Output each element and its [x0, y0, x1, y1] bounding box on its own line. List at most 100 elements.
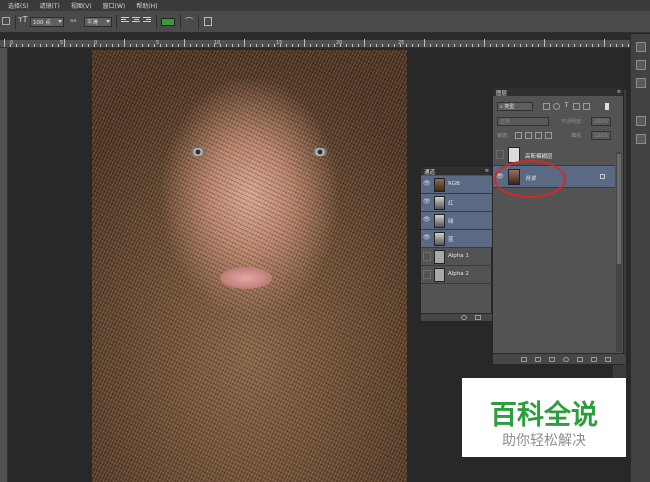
filter-type-icon[interactable]: T [563, 103, 570, 110]
visibility-box[interactable] [423, 270, 431, 279]
channel-row-rgb[interactable]: 👁 RGB [421, 176, 493, 194]
ruler-tick [370, 44, 371, 47]
load-selection-icon[interactable] [461, 315, 467, 320]
channel-row-alpha-1[interactable]: Alpha 1 [421, 248, 493, 266]
ruler-tick [394, 44, 395, 47]
fill-value: 100% [594, 133, 609, 139]
layers-tab[interactable]: 图层 [496, 89, 507, 97]
eye-icon[interactable]: 👁 [423, 198, 431, 206]
ruler-tick [124, 39, 125, 47]
layer-filter-dropdown[interactable]: ⌕ 类型 [497, 102, 533, 111]
align-center-icon[interactable] [132, 16, 140, 28]
ruler-tick [316, 44, 317, 47]
filter-adjustment-icon[interactable] [553, 103, 560, 110]
panel-toggle-icon[interactable] [636, 42, 646, 52]
blend-mode-dropdown[interactable]: 正常 [497, 117, 549, 126]
ruler-tick [526, 44, 527, 47]
save-selection-icon[interactable] [475, 315, 481, 320]
layer-style-icon[interactable] [535, 357, 541, 362]
history-icon[interactable] [636, 60, 646, 70]
ruler-tick [82, 44, 83, 47]
new-layer-icon[interactable] [591, 357, 597, 362]
layers-scrollbar[interactable] [616, 152, 622, 352]
character-icon[interactable] [636, 116, 646, 126]
ruler-tick [10, 44, 11, 47]
ruler-tick [274, 44, 275, 47]
ruler-tick [448, 44, 449, 47]
opacity-value: 100% [594, 119, 609, 125]
adjustment-layer-icon[interactable] [563, 357, 569, 362]
antialias-dropdown[interactable]: 平滑 [84, 17, 112, 27]
paragraph-icon[interactable] [636, 134, 646, 144]
menu-help[interactable]: 帮助(H) [136, 1, 157, 10]
trash-icon[interactable] [605, 357, 611, 362]
lock-row: 锁定: 填充: 100% [497, 131, 611, 142]
warp-text-icon[interactable]: ⌒ [185, 16, 193, 28]
panel-menu-icon[interactable]: ≡ [617, 89, 621, 95]
filter-shape-icon[interactable] [573, 103, 580, 110]
lock-pixels-icon[interactable] [515, 132, 522, 139]
ruler-tick [322, 44, 323, 47]
channel-thumbnail [434, 196, 445, 210]
menu-window[interactable]: 窗口(W) [103, 1, 126, 10]
watermark-title: 百科全说 [490, 400, 598, 431]
ruler-tick [346, 44, 347, 47]
link-layers-icon[interactable] [521, 357, 527, 362]
watermark-subtitle: 助你轻松解决 [502, 433, 586, 449]
align-left-icon[interactable] [121, 16, 129, 28]
opacity-field[interactable]: 100% [591, 117, 611, 126]
font-size-dropdown[interactable]: 100 点 [30, 17, 64, 27]
ruler-tick [52, 44, 53, 47]
lock-paint-icon[interactable] [525, 132, 532, 139]
font-size-icon: тT [18, 15, 28, 24]
align-right-icon[interactable] [143, 16, 151, 28]
lock-position-icon[interactable] [535, 132, 542, 139]
ruler-tick [496, 44, 497, 47]
ruler-tick [190, 44, 191, 47]
properties-icon[interactable] [636, 78, 646, 88]
fill-field[interactable]: 100% [591, 131, 611, 140]
channel-row-red[interactable]: 👁 红 [421, 194, 493, 212]
ruler-tick [280, 44, 281, 47]
menu-select[interactable]: 选择(S) [8, 1, 29, 10]
tool-preset-icon[interactable] [2, 17, 12, 29]
ruler-tick [286, 44, 287, 47]
panel-menu-icon[interactable]: ≡ [485, 168, 489, 174]
visibility-box[interactable] [423, 252, 431, 261]
channel-name: 绿 [448, 219, 454, 225]
right-tool-strip [630, 34, 650, 482]
channel-row-green[interactable]: 👁 绿 [421, 212, 493, 230]
menu-filter[interactable]: 滤镜(T) [40, 1, 60, 10]
highlight-annotation-circle [494, 160, 566, 198]
filter-pixel-icon[interactable] [543, 103, 550, 110]
text-color-swatch[interactable] [161, 18, 175, 26]
fill-label: 填充: [571, 133, 583, 139]
document-canvas-image[interactable] [92, 50, 407, 482]
menu-view[interactable]: 视图(V) [71, 1, 92, 10]
eye-icon[interactable]: 👁 [423, 216, 431, 224]
ruler-tick [508, 44, 509, 47]
visibility-box[interactable] [496, 150, 504, 159]
ruler-tick [148, 44, 149, 47]
vertical-ruler [0, 48, 8, 482]
ruler-tick [580, 44, 581, 47]
ruler-tick [130, 44, 131, 47]
channel-row-alpha-2[interactable]: Alpha 2 [421, 266, 493, 284]
ruler-tick [550, 44, 551, 47]
ruler-tick [94, 44, 95, 47]
ruler-tick [514, 44, 515, 47]
channels-panel: 通道 ≡ 👁 RGB 👁 红 👁 绿 👁 蓝 Alpha 1 Alpha 2 [420, 166, 493, 322]
filter-smart-object-icon[interactable] [583, 103, 590, 110]
ruler-tick [604, 39, 605, 47]
lock-all-icon[interactable] [545, 132, 552, 139]
ruler-tick [460, 44, 461, 47]
eye-icon[interactable]: 👁 [423, 180, 431, 188]
channel-row-blue[interactable]: 👁 蓝 [421, 230, 493, 248]
filter-toggle-icon[interactable] [605, 103, 609, 110]
eye-icon[interactable]: 👁 [423, 234, 431, 242]
search-icon: ⌕ [500, 104, 503, 110]
add-mask-icon[interactable] [549, 357, 555, 362]
new-group-icon[interactable] [577, 357, 583, 362]
channels-tab[interactable]: 通道 [424, 168, 435, 176]
character-panel-icon[interactable] [204, 17, 212, 26]
